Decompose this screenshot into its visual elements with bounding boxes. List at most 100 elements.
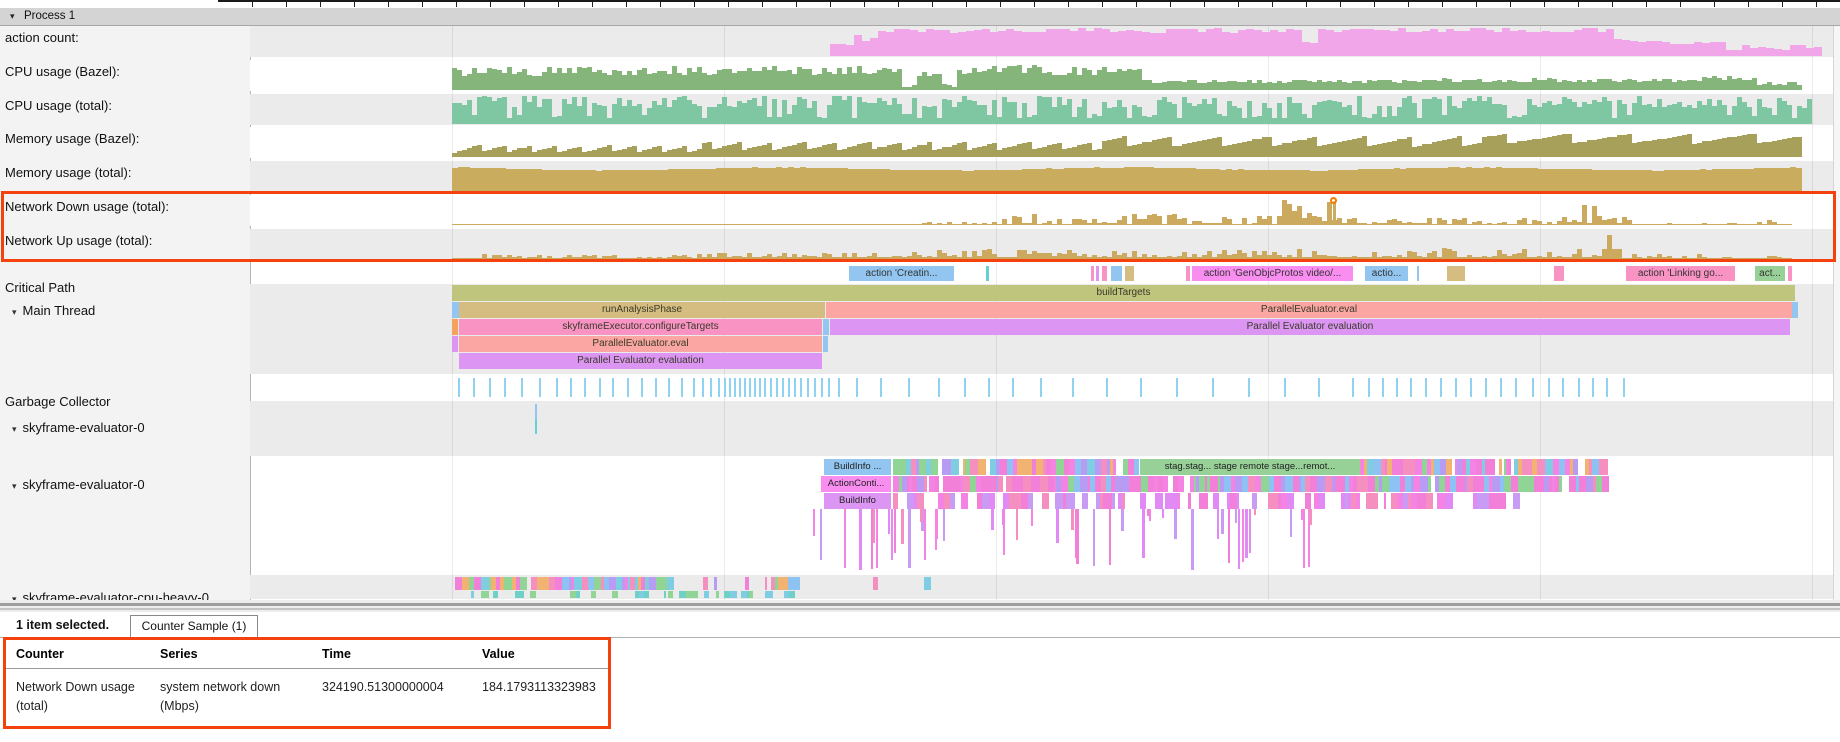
skyframe2-descender[interactable]	[894, 509, 896, 553]
skyframe2-descender[interactable]	[991, 509, 994, 530]
critical-path-block[interactable]	[1096, 266, 1099, 281]
cpu-heavy-slice[interactable]	[703, 577, 708, 590]
skyframe2-descender[interactable]	[1003, 509, 1005, 555]
skyframe2-descender[interactable]	[1245, 509, 1248, 558]
skyframe2-slice[interactable]	[1426, 493, 1433, 509]
gc-tick[interactable]	[908, 378, 910, 397]
skyframe2-slice[interactable]	[1204, 493, 1208, 509]
cpu-heavy-slice[interactable]	[520, 591, 524, 598]
skyframe2-descender[interactable]	[1162, 509, 1164, 518]
skyframe2-slice[interactable]	[978, 459, 986, 475]
gc-tick[interactable]	[938, 378, 940, 397]
critical-path-block[interactable]	[1111, 266, 1122, 281]
skyframe2-descender[interactable]	[1290, 509, 1292, 537]
critical-path-block[interactable]	[1788, 266, 1792, 281]
skyframe2-descender[interactable]	[844, 509, 846, 568]
skyframe2-slice[interactable]	[989, 493, 995, 509]
sidebar-counter-label[interactable]: Network Up usage (total):	[5, 233, 152, 248]
skyframe2-slice[interactable]	[1248, 476, 1255, 492]
skyframe2-descender[interactable]	[1093, 509, 1095, 566]
skyframe2-slice[interactable]	[1141, 476, 1148, 492]
gc-tick[interactable]	[655, 378, 657, 397]
skyframe2-slice[interactable]	[1325, 476, 1332, 492]
skyframe2-slice[interactable]	[1373, 459, 1381, 475]
skyframe2-descender[interactable]	[1016, 509, 1018, 540]
skyframe2-slice[interactable]	[1508, 459, 1511, 475]
gc-tick[interactable]	[964, 378, 966, 397]
gc-tick[interactable]	[800, 378, 802, 397]
main-thread-span[interactable]: ParallelEvaluator.eval	[459, 336, 822, 352]
skyframe2-slice[interactable]	[1082, 493, 1088, 509]
gc-tick[interactable]	[1212, 378, 1214, 397]
gc-tick[interactable]	[821, 378, 823, 397]
gc-tick[interactable]	[1368, 378, 1370, 397]
skyframe2-descender[interactable]	[924, 509, 926, 560]
skyframe2-slice[interactable]	[1028, 493, 1033, 509]
gc-tick[interactable]	[1284, 378, 1286, 397]
skyframe2-descender[interactable]	[1303, 509, 1305, 568]
gc-tick[interactable]	[556, 378, 558, 397]
collapse-arrow-icon[interactable]: ▾	[12, 481, 17, 491]
cpu-heavy-slice[interactable]	[576, 591, 580, 598]
skyframe2-slice[interactable]	[1592, 459, 1599, 475]
skyframe2-slice[interactable]	[931, 459, 938, 475]
sidebar-counter-label[interactable]: CPU usage (total):	[5, 98, 112, 113]
sidebar-thread-item[interactable]: ▾skyframe-evaluator-0	[12, 420, 145, 435]
skyframe2-descender[interactable]	[1228, 509, 1230, 563]
skyframe2-slice[interactable]	[961, 493, 968, 509]
cpu-heavy-slice[interactable]	[455, 577, 462, 590]
main-thread-span[interactable]	[452, 319, 458, 335]
skyframe2-slice[interactable]	[1569, 476, 1576, 492]
sidebar-thread-item[interactable]: ▾skyframe-evaluator-cpu-heavy-0	[12, 590, 209, 600]
skyframe2-slice[interactable]	[998, 476, 1003, 492]
skyframe2-descender[interactable]	[1056, 509, 1059, 540]
skyframe2-slice[interactable]	[893, 493, 898, 509]
skyframe2-descender[interactable]	[859, 509, 862, 570]
gc-tick[interactable]	[749, 378, 751, 397]
cpu-heavy-slice[interactable]	[730, 591, 737, 598]
gc-tick[interactable]	[570, 378, 572, 397]
cpu-heavy-slice[interactable]	[481, 577, 489, 590]
skyframe2-slice[interactable]	[982, 493, 989, 509]
collapse-arrow-icon[interactable]: ▾	[12, 307, 17, 317]
skyframe2-descender[interactable]	[1174, 509, 1177, 539]
skyframe2-slice[interactable]	[1310, 476, 1317, 492]
cpu-heavy-slice[interactable]	[660, 577, 667, 590]
cpu-heavy-slice[interactable]	[555, 577, 562, 590]
table-cell[interactable]: Network Down usage (total)	[16, 678, 146, 716]
cpu-heavy-slice[interactable]	[644, 591, 649, 598]
skyframe2-descender[interactable]	[1309, 509, 1312, 525]
cpu-heavy-slice[interactable]	[691, 591, 698, 598]
gc-tick[interactable]	[627, 378, 629, 397]
gc-tick[interactable]	[734, 378, 736, 397]
critical-path-block[interactable]: act...	[1755, 266, 1785, 281]
skyframe2-slice[interactable]	[1319, 493, 1325, 509]
skyframe2-slice[interactable]	[1573, 459, 1578, 475]
cpu-heavy-slice[interactable]	[591, 591, 596, 598]
cpu-heavy-slice[interactable]	[530, 591, 536, 598]
skyframe2-slice[interactable]	[1122, 476, 1129, 492]
skyframe2-descender[interactable]	[873, 509, 875, 543]
gc-tick[interactable]	[828, 378, 830, 397]
gc-tick[interactable]	[1410, 378, 1412, 397]
gc-tick[interactable]	[710, 378, 712, 397]
skyframe2-slice[interactable]	[1024, 459, 1032, 475]
main-thread-span[interactable]: Parallel Evaluator evaluation	[830, 319, 1790, 335]
skyframe2-slice[interactable]	[1040, 476, 1048, 492]
skyframe2-descender[interactable]	[891, 509, 893, 560]
skyframe2-labeled-slice[interactable]: BuildInfo ...	[824, 459, 891, 475]
skyframe2-descender[interactable]	[1071, 509, 1074, 530]
cpu-heavy-slice[interactable]	[749, 591, 753, 598]
skyframe2-descender[interactable]	[943, 509, 945, 541]
skyframe2-slice[interactable]	[1504, 476, 1511, 492]
gc-tick[interactable]	[681, 378, 683, 397]
gc-tick[interactable]	[807, 378, 809, 397]
critical-path-block[interactable]	[1186, 266, 1190, 281]
skyframe2-slice[interactable]	[1252, 493, 1257, 509]
skyframe2-slice[interactable]	[1178, 493, 1180, 509]
gc-tick[interactable]	[1623, 378, 1625, 397]
cpu-heavy-slice[interactable]	[667, 577, 674, 590]
gc-tick[interactable]	[754, 378, 756, 397]
cpu-heavy-slice[interactable]	[574, 577, 582, 590]
skyframe2-slice[interactable]	[1071, 493, 1075, 509]
